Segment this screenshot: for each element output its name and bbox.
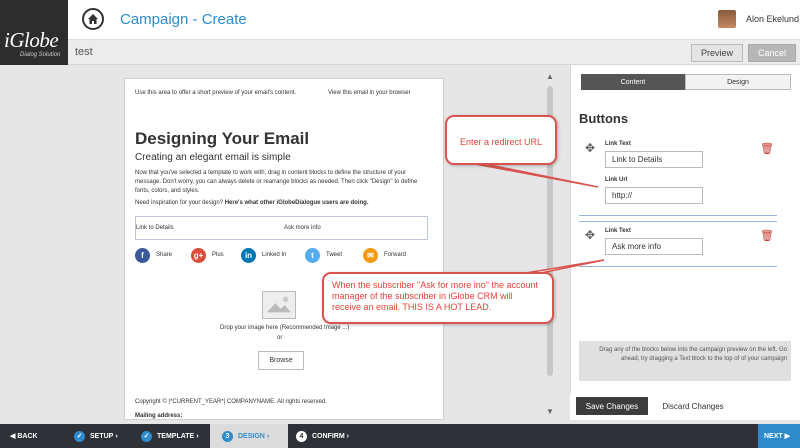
callout-redirect: Enter a redirect URL [445, 115, 557, 165]
step-label: TEMPLATE [157, 432, 195, 440]
social-tweet[interactable]: t Tweet [305, 247, 342, 263]
social-label: Linked In [262, 252, 287, 258]
brand-tagline: Dialog Solution [20, 52, 61, 58]
chevron-right-icon: › [346, 432, 350, 440]
move-icon[interactable]: ✥ [585, 141, 595, 155]
link-text-input[interactable]: Link to Details [605, 151, 703, 168]
tab-content[interactable]: Content [581, 74, 685, 90]
google-plus-icon: g+ [191, 247, 206, 263]
view-in-browser-link[interactable]: View this email in your browser [328, 90, 411, 96]
home-icon[interactable] [82, 8, 104, 30]
avatar[interactable] [718, 10, 736, 28]
chevron-right-icon: › [115, 432, 118, 440]
discard-changes-button[interactable]: Discard Changes [656, 397, 730, 415]
next-label: NEXT [764, 432, 783, 440]
social-share[interactable]: f Share [135, 247, 172, 263]
image-placeholder-icon[interactable] [262, 291, 296, 319]
email-button-link-to-details[interactable]: Link to Details [136, 225, 174, 231]
link-text-input[interactable]: Ask more info [605, 238, 703, 255]
social-linkedin[interactable]: in Linked In [241, 247, 286, 263]
panel-title: Buttons [579, 111, 629, 126]
step-design[interactable]: 3 DESIGN › [210, 424, 288, 448]
scroll-down-icon[interactable]: ▼ [546, 407, 554, 416]
twitter-icon: t [305, 247, 320, 263]
step-label: DESIGN [238, 432, 265, 440]
social-forward[interactable]: ✉ Forward [363, 247, 406, 263]
forward-icon: ✉ [363, 247, 378, 263]
callout-hot-lead: When the subscriber "Ask for more ino" t… [322, 272, 554, 324]
top-bar: Campaign - Create Alon Ekelund [68, 0, 800, 40]
social-label: Tweet [326, 252, 343, 258]
email-subheading[interactable]: Creating an elegant email is simple [135, 152, 291, 163]
step-number: 4 [296, 430, 307, 442]
save-changes-button[interactable]: Save Changes [576, 397, 648, 415]
email-body-text[interactable]: Now that you've selected a template to w… [135, 169, 425, 196]
back-chevron-icon: ◀ [10, 433, 16, 440]
next-button[interactable]: NEXT ▶ [758, 424, 800, 448]
link-url-label: Link Url [605, 177, 628, 183]
social-label: Share [156, 252, 173, 258]
back-label: BACK [17, 432, 38, 440]
or-text: or [277, 335, 283, 341]
check-icon: ✓ [141, 430, 152, 442]
link-text-label: Link Text [605, 228, 631, 234]
page-title: Campaign - Create [120, 11, 247, 28]
social-label: Plus [212, 252, 224, 258]
copyright-text[interactable]: Copyright © |*CURRENT_YEAR*| COMPANYNAME… [135, 399, 327, 405]
back-button[interactable]: ◀ BACK [10, 424, 38, 448]
app-logo: iGlobe Dialog Solution [0, 0, 68, 65]
chevron-right-icon: › [266, 432, 270, 440]
content-panel: Content Design Buttons ✥ Link Text Link … [570, 65, 800, 420]
image-drop-text: Drop your image here (Recommended Image … [220, 325, 350, 331]
next-chevron-icon: ▶ [784, 433, 791, 440]
wizard-nav: ◀ BACK ✓ SETUP › ✓ TEMPLATE › 3 DESIGN › 4 CONF… [0, 424, 800, 448]
step-label: SETUP [90, 432, 114, 440]
step-setup[interactable]: ✓ SETUP › [74, 424, 118, 448]
chevron-right-icon: › [196, 432, 199, 440]
inspiration-prefix: Need inspiration for your design? [135, 200, 225, 206]
trash-icon[interactable]: 🗑 [760, 142, 774, 155]
drag-hint: Drag any of the blocks below into the ca… [579, 341, 791, 381]
preview-button[interactable]: Preview [691, 44, 743, 62]
social-label: Forward [384, 252, 407, 258]
campaign-name: test [75, 46, 93, 58]
button-block[interactable]: Link to Details Ask more info [135, 216, 428, 240]
cancel-button[interactable]: Cancel [748, 44, 796, 62]
facebook-icon: f [135, 247, 150, 263]
email-button-ask-more-info[interactable]: Ask more info [284, 225, 321, 231]
step-number: 3 [222, 430, 233, 442]
social-plus[interactable]: g+ Plus [191, 247, 224, 263]
email-heading[interactable]: Designing Your Email [135, 129, 309, 149]
brand-name: iGlobe [4, 28, 59, 52]
step-template[interactable]: ✓ TEMPLATE › [141, 424, 199, 448]
preheader-text: Use this area to offer a short preview o… [135, 90, 297, 96]
tab-design[interactable]: Design [685, 74, 791, 90]
mailing-address-label[interactable]: Mailing address: [135, 413, 182, 419]
link-url-input[interactable]: http:// [605, 187, 703, 204]
save-bar: Save Changes Discard Changes [570, 393, 800, 420]
move-icon[interactable]: ✥ [585, 228, 595, 242]
scroll-up-icon[interactable]: ▲ [546, 72, 554, 81]
browse-button[interactable]: Browse [258, 351, 304, 370]
check-icon: ✓ [74, 430, 85, 442]
step-label: CONFIRM [312, 432, 345, 440]
linkedin-icon: in [241, 247, 256, 263]
button-editor-2: ✥ Link Text Ask more info 🗑 [579, 221, 777, 267]
inspiration-link[interactable]: Here's what other iGlobeDialogue users a… [225, 200, 369, 206]
user-name[interactable]: Alon Ekelund [746, 14, 799, 24]
step-confirm[interactable]: 4 CONFIRM › [296, 424, 349, 448]
link-text-label: Link Text [605, 141, 631, 147]
campaign-bar: test Preview Cancel [68, 40, 800, 65]
email-canvas: Use this area to offer a short preview o… [124, 78, 444, 420]
inspiration-line[interactable]: Need inspiration for your design? Here's… [135, 200, 369, 206]
button-editor-1: ✥ Link Text Link to Details Link Url htt… [579, 135, 777, 216]
trash-icon[interactable]: 🗑 [760, 229, 774, 242]
